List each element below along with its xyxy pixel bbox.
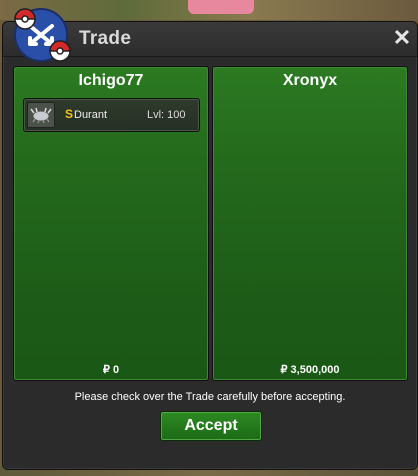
item-name: Durant xyxy=(74,109,108,121)
item-level: Lvl: 100 xyxy=(147,109,186,121)
my-offer-panel: Ichigo77 S Durant Lvl: 100 ₽ 0 xyxy=(13,66,209,381)
durant-icon xyxy=(27,102,55,128)
player-name-right: Xronyx xyxy=(282,72,338,89)
trade-item-slot[interactable]: S Durant Lvl: 100 xyxy=(23,98,200,132)
money-offer-left: ₽ 0 xyxy=(102,364,120,376)
background-character xyxy=(188,0,254,14)
trade-window: Trade ✕ Ichigo77 S Durant Lvl: 100 ₽ 0 X… xyxy=(2,8,418,470)
partner-offer-panel: Xronyx ₽ 3,500,000 xyxy=(212,66,408,381)
money-offer-right: ₽ 3,500,000 xyxy=(280,364,340,376)
player-name-left: Ichigo77 xyxy=(78,72,144,89)
accept-button[interactable]: Accept xyxy=(160,411,262,441)
trade-notice: Please check over the Trade carefully be… xyxy=(74,391,346,403)
trade-logo-icon xyxy=(14,8,71,62)
close-button[interactable]: ✕ xyxy=(392,27,412,49)
window-title: Trade xyxy=(79,28,132,49)
